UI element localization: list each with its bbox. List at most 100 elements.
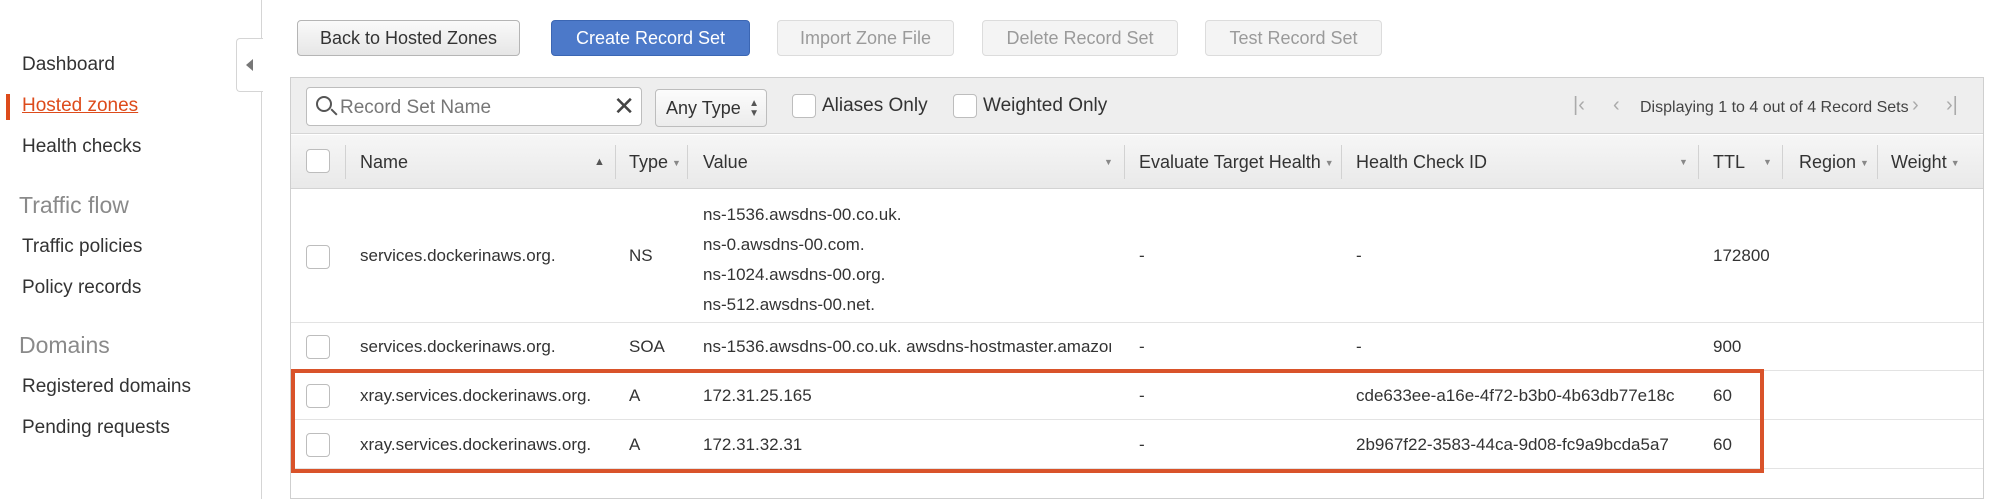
record-health-check-id: 2b967f22-3583-44ca-9d08-fc9a9bcda5a7	[1356, 435, 1669, 454]
weighted-only-label: Weighted Only	[983, 95, 1108, 116]
type-select-value: Any Type	[666, 98, 741, 118]
first-page-icon[interactable]: |‹	[1573, 95, 1585, 115]
chevron-left-icon	[246, 59, 253, 71]
record-type: SOA	[629, 337, 665, 356]
record-health-check-id: -	[1356, 337, 1362, 356]
sidebar: Dashboard Hosted zones Health checks Tra…	[0, 0, 262, 499]
sidebar-item-pending-requests[interactable]: Pending requests	[22, 417, 170, 439]
prev-page-icon[interactable]: ‹	[1613, 95, 1620, 115]
column-divider	[345, 145, 346, 179]
sidebar-heading-traffic-flow: Traffic flow	[19, 192, 129, 218]
row-checkbox[interactable]	[306, 433, 330, 457]
record-evaluate-target-health: -	[1139, 386, 1145, 405]
test-record-set-button[interactable]: Test Record Set	[1205, 20, 1382, 56]
column-header-type[interactable]: Type ▼	[629, 135, 681, 189]
record-name: services.dockerinaws.org.	[360, 246, 556, 265]
column-header-value[interactable]: Value	[703, 135, 748, 189]
record-type: A	[629, 386, 641, 405]
record-type: A	[629, 435, 641, 454]
record-value-line: ns-1536.awsdns-00.co.uk. awsdns-hostmast…	[703, 337, 1111, 356]
collapse-sidebar-button[interactable]	[236, 38, 263, 92]
record-health-check-id: cde633ee-a16e-4f72-b3b0-4b63db77e18c	[1356, 386, 1675, 405]
record-value-line: ns-0.awsdns-00.com.	[703, 235, 865, 254]
column-divider	[1877, 145, 1878, 179]
table-row[interactable]: services.dockerinaws.org. NS ns-1536.aws…	[291, 190, 1983, 323]
next-page-icon[interactable]: ›	[1912, 95, 1919, 115]
sidebar-heading-domains: Domains	[19, 332, 110, 358]
record-value-line: ns-1024.awsdns-00.org.	[703, 265, 886, 284]
sidebar-item-registered-domains[interactable]: Registered domains	[22, 376, 191, 398]
weighted-only-checkbox[interactable]	[953, 94, 977, 118]
sidebar-item-dashboard[interactable]: Dashboard	[22, 54, 115, 76]
column-divider	[1124, 145, 1125, 179]
column-divider	[615, 145, 616, 179]
column-header-eth-label: Evaluate Target Health	[1139, 152, 1321, 172]
sidebar-item-hosted-zones[interactable]: Hosted zones	[22, 95, 138, 117]
sort-dropdown-icon[interactable]: ▼	[1104, 135, 1113, 189]
column-header-type-label: Type	[629, 152, 669, 172]
delete-record-set-button[interactable]: Delete Record Set	[982, 20, 1178, 56]
record-name: xray.services.dockerinaws.org.	[360, 386, 592, 405]
column-divider	[1341, 145, 1342, 179]
column-divider	[1782, 145, 1783, 179]
column-header-region[interactable]: Region ▼	[1799, 135, 1869, 189]
search-placeholder: Record Set Name	[340, 97, 492, 118]
column-header-weight-label: Weight	[1891, 152, 1947, 172]
column-header-health-check-id[interactable]: Health Check ID	[1356, 135, 1487, 189]
back-to-hosted-zones-button[interactable]: Back to Hosted Zones	[297, 20, 520, 56]
column-divider	[1698, 145, 1699, 179]
table-row[interactable]: xray.services.dockerinaws.org. A 172.31.…	[291, 372, 1983, 420]
row-checkbox[interactable]	[306, 384, 330, 408]
column-header-region-label: Region	[1799, 152, 1857, 172]
sidebar-item-policy-records[interactable]: Policy records	[22, 277, 141, 299]
search-input[interactable]: Record Set Name ✕	[306, 87, 642, 126]
column-header-name[interactable]: Name	[360, 135, 408, 189]
record-value-line: 172.31.25.165	[703, 386, 812, 405]
column-header-weight[interactable]: Weight ▼	[1891, 135, 1960, 189]
sort-dropdown-icon: ▼	[1324, 158, 1334, 168]
record-name: services.dockerinaws.org.	[360, 337, 556, 356]
sort-dropdown-icon[interactable]: ▼	[1679, 135, 1688, 189]
record-evaluate-target-health: -	[1139, 337, 1145, 356]
pager-text: Displaying 1 to 4 out of 4 Record Sets	[1640, 99, 1909, 116]
record-health-check-id: -	[1356, 246, 1362, 265]
last-page-icon[interactable]: ›|	[1946, 95, 1958, 115]
sort-dropdown-icon: ▼	[1860, 158, 1869, 168]
record-ttl: 60	[1713, 435, 1732, 454]
record-value-line: 172.31.32.31	[703, 435, 803, 454]
aliases-only-label: Aliases Only	[822, 95, 928, 116]
table-row[interactable]: services.dockerinaws.org. SOA ns-1536.aw…	[291, 324, 1983, 371]
row-checkbox[interactable]	[306, 335, 330, 359]
record-evaluate-target-health: -	[1139, 246, 1145, 265]
column-header-ttl[interactable]: TTL	[1713, 135, 1745, 189]
sidebar-item-traffic-policies[interactable]: Traffic policies	[22, 236, 142, 258]
sidebar-item-health-checks[interactable]: Health checks	[22, 136, 141, 158]
record-name: xray.services.dockerinaws.org.	[360, 435, 592, 454]
select-arrows-icon: ▲ ▼	[749, 98, 759, 119]
table-header: Name ▲ Type ▼ Value ▼ Evaluate Target Hea…	[291, 135, 1983, 189]
sort-dropdown-icon[interactable]: ▼	[1763, 135, 1772, 189]
filter-bar: Record Set Name ✕ Any Type ▲ ▼ Aliases On…	[291, 78, 1983, 134]
record-ttl: 900	[1713, 337, 1742, 356]
clear-search-icon[interactable]: ✕	[613, 91, 635, 121]
sort-ascending-icon[interactable]: ▲	[594, 135, 605, 189]
record-value-line: ns-512.awsdns-00.net.	[703, 295, 875, 314]
record-type: NS	[629, 246, 653, 265]
table-row[interactable]: xray.services.dockerinaws.org. A 172.31.…	[291, 421, 1983, 469]
column-divider	[687, 145, 688, 179]
column-header-evaluate-target-health[interactable]: Evaluate Target Health ▼	[1139, 135, 1334, 189]
record-value-line: ns-1536.awsdns-00.co.uk.	[703, 205, 902, 224]
active-indicator	[6, 94, 10, 120]
aliases-only-checkbox[interactable]	[792, 94, 816, 118]
select-all-checkbox[interactable]	[306, 149, 330, 173]
type-select[interactable]: Any Type ▲ ▼	[655, 89, 767, 127]
sort-dropdown-icon: ▼	[1950, 158, 1960, 168]
record-sets-panel: Record Set Name ✕ Any Type ▲ ▼ Aliases On…	[290, 77, 1984, 499]
record-ttl: 60	[1713, 386, 1732, 405]
search-icon	[316, 96, 332, 112]
sort-dropdown-icon: ▼	[672, 158, 681, 168]
create-record-set-button[interactable]: Create Record Set	[551, 20, 750, 56]
row-checkbox[interactable]	[306, 245, 330, 269]
import-zone-file-button[interactable]: Import Zone File	[777, 20, 954, 56]
record-ttl: 172800	[1713, 246, 1770, 265]
